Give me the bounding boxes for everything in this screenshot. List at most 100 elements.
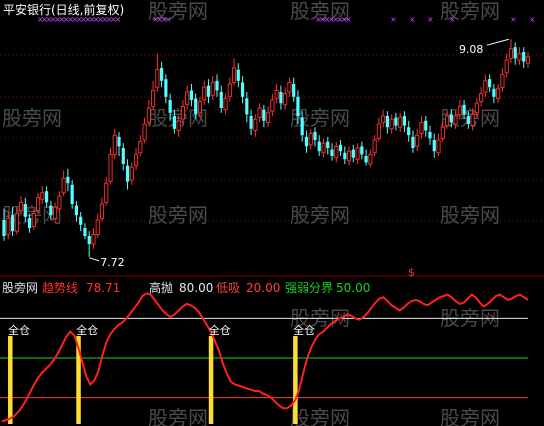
candle-body (70, 184, 74, 204)
candle-body (313, 132, 317, 140)
candle-body (61, 177, 66, 194)
candle-body (368, 153, 373, 165)
candle-body (304, 136, 309, 147)
candle-body (432, 140, 436, 152)
candle-body (262, 109, 266, 121)
candle-body (197, 101, 203, 114)
candle-body (338, 144, 343, 152)
candle-body (444, 115, 450, 127)
candle-body (407, 127, 411, 136)
candle-body (240, 82, 245, 97)
candle-body (453, 115, 458, 125)
candle-body (142, 123, 147, 141)
candle-body (138, 141, 143, 154)
candle-body (245, 98, 249, 115)
watermark-text: 股旁网 (148, 203, 208, 227)
candle-body (6, 217, 11, 235)
full-position-bar (208, 336, 214, 424)
trend-label: 趋势线 (42, 281, 78, 295)
candle-body (504, 59, 509, 74)
signal-label: 全仓 (76, 323, 98, 337)
low-suck-label: 低吸 (216, 281, 240, 295)
stock-chart: 股旁网 股旁网 股旁网股旁网 股旁网 股旁网 股旁网股旁网 股旁网 股旁网股旁网 股旁网股旁网股… (0, 0, 544, 426)
strong-weak-label: 强弱分界 (285, 281, 333, 295)
candle-body (296, 96, 300, 116)
candle-body (308, 133, 313, 146)
candle-body (194, 98, 198, 115)
candle-body (176, 120, 181, 131)
strong-weak-value: 50.00 (336, 281, 370, 295)
candle-body (492, 88, 496, 97)
candle-body (160, 68, 164, 81)
watermark-text: 股旁网 (148, 406, 208, 426)
signal-label: 全仓 (209, 323, 231, 337)
candle-body (360, 146, 364, 155)
candle-body (231, 67, 237, 83)
low-price-label: 7.72 (100, 256, 125, 269)
candle-body (385, 116, 389, 128)
marker-cross: × (510, 15, 517, 24)
marker-cross: × (390, 15, 397, 24)
candle-body (108, 153, 113, 183)
candle-body (189, 90, 194, 100)
candle-body (36, 197, 41, 211)
candle-body (151, 89, 156, 107)
candle-body (376, 123, 381, 139)
signal-label: 全仓 (293, 323, 315, 337)
candle-body (210, 81, 215, 96)
candle-body (300, 117, 304, 136)
candle-body (99, 203, 105, 219)
candle-body (347, 150, 352, 162)
high-throw-label: 高抛 (149, 280, 173, 295)
candle-body (292, 84, 296, 97)
candle-body (389, 118, 394, 130)
watermark-text: 股旁网 (440, 406, 500, 426)
marker-cross: × (529, 15, 536, 24)
marker-cross: × (449, 15, 456, 24)
chart-title: 平安银行(日线,前复权) (3, 2, 124, 17)
candle-body (513, 47, 517, 59)
candle-body (525, 56, 531, 64)
candle-body (112, 134, 117, 155)
candle-body (381, 115, 386, 123)
candle-body (522, 52, 526, 62)
candle-body (326, 141, 330, 148)
candle-body (415, 134, 420, 147)
candle-body (227, 83, 232, 98)
candle-body (351, 149, 355, 158)
high-price-label: 9.08 (459, 43, 484, 56)
candle-body (287, 81, 292, 93)
candle-body (483, 80, 488, 93)
candle-body (411, 136, 415, 148)
candle-body (202, 86, 207, 101)
candle-body (18, 201, 24, 211)
candle-body (95, 219, 100, 235)
candle-body (219, 92, 223, 108)
marker-cross: × (165, 15, 172, 24)
candle-body (355, 147, 360, 160)
candle-body (317, 141, 321, 152)
candle-body (2, 220, 6, 236)
marker-cross: × (427, 15, 434, 24)
candle-body (206, 85, 211, 97)
full-position-bar (8, 336, 13, 424)
candle-body (428, 132, 432, 139)
candle-body (49, 205, 53, 216)
candle-body (66, 176, 70, 184)
candle-body (215, 80, 219, 91)
candle-body (236, 69, 240, 81)
candle-body (334, 145, 339, 159)
candle-body (402, 116, 407, 126)
candle-body (488, 79, 492, 88)
candle-body (83, 228, 87, 236)
watermark-text: 股旁网 (2, 106, 62, 130)
candle-body (279, 92, 283, 104)
full-position-bar (293, 336, 298, 424)
candle-body (223, 97, 228, 111)
candle-body (249, 116, 253, 129)
candle-body (27, 218, 32, 228)
candle-body (57, 195, 62, 210)
candle-body (87, 236, 91, 244)
candle-body (91, 233, 96, 245)
marker-cross: × (345, 15, 352, 24)
